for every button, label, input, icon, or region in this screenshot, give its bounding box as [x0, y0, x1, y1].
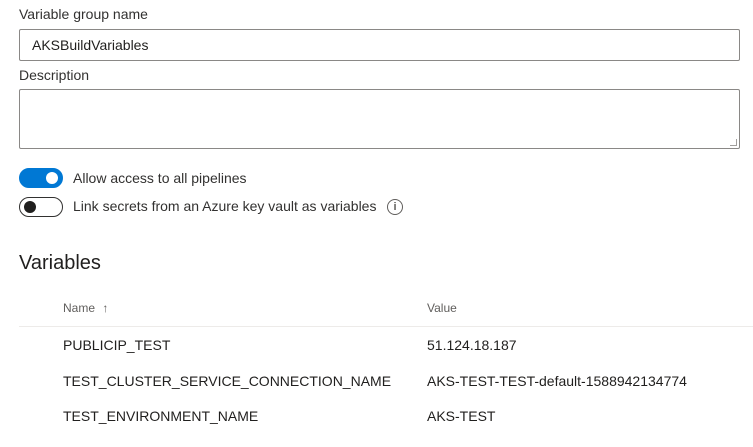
header-divider — [19, 326, 753, 327]
toggle-knob — [46, 172, 58, 184]
link-secrets-toggle[interactable] — [19, 197, 63, 217]
variable-value: AKS-TEST-TEST-default-1588942134774 — [427, 373, 687, 389]
variable-value: 51.124.18.187 — [427, 337, 517, 353]
group-name-label: Variable group name — [19, 6, 148, 22]
description-textarea[interactable] — [19, 89, 740, 149]
column-header-value[interactable]: Value — [427, 301, 457, 315]
variable-value: AKS-TEST — [427, 408, 496, 424]
allow-access-label: Allow access to all pipelines — [73, 170, 247, 186]
group-name-input[interactable]: AKSBuildVariables — [19, 29, 740, 61]
table-row[interactable]: PUBLICIP_TEST 51.124.18.187 — [19, 329, 753, 363]
sort-ascending-icon: ↑ — [102, 301, 109, 315]
column-name-label: Name — [63, 301, 96, 315]
variable-name: PUBLICIP_TEST — [63, 337, 171, 353]
column-header-name[interactable]: Name ↑ — [63, 301, 108, 315]
toggle-knob — [24, 201, 36, 213]
group-name-value: AKSBuildVariables — [32, 37, 149, 53]
table-row[interactable]: TEST_ENVIRONMENT_NAME AKS-TEST — [19, 400, 753, 434]
variables-title: Variables — [19, 252, 101, 274]
resize-grip-icon[interactable] — [730, 139, 737, 146]
variable-name: TEST_ENVIRONMENT_NAME — [63, 408, 259, 424]
link-secrets-label: Link secrets from an Azure key vault as … — [73, 198, 377, 214]
description-label: Description — [19, 67, 90, 83]
info-icon[interactable]: i — [387, 199, 403, 215]
allow-access-toggle[interactable] — [19, 168, 63, 188]
variable-name: TEST_CLUSTER_SERVICE_CONNECTION_NAME — [63, 373, 392, 389]
table-row[interactable]: TEST_CLUSTER_SERVICE_CONNECTION_NAME AKS… — [19, 365, 753, 399]
